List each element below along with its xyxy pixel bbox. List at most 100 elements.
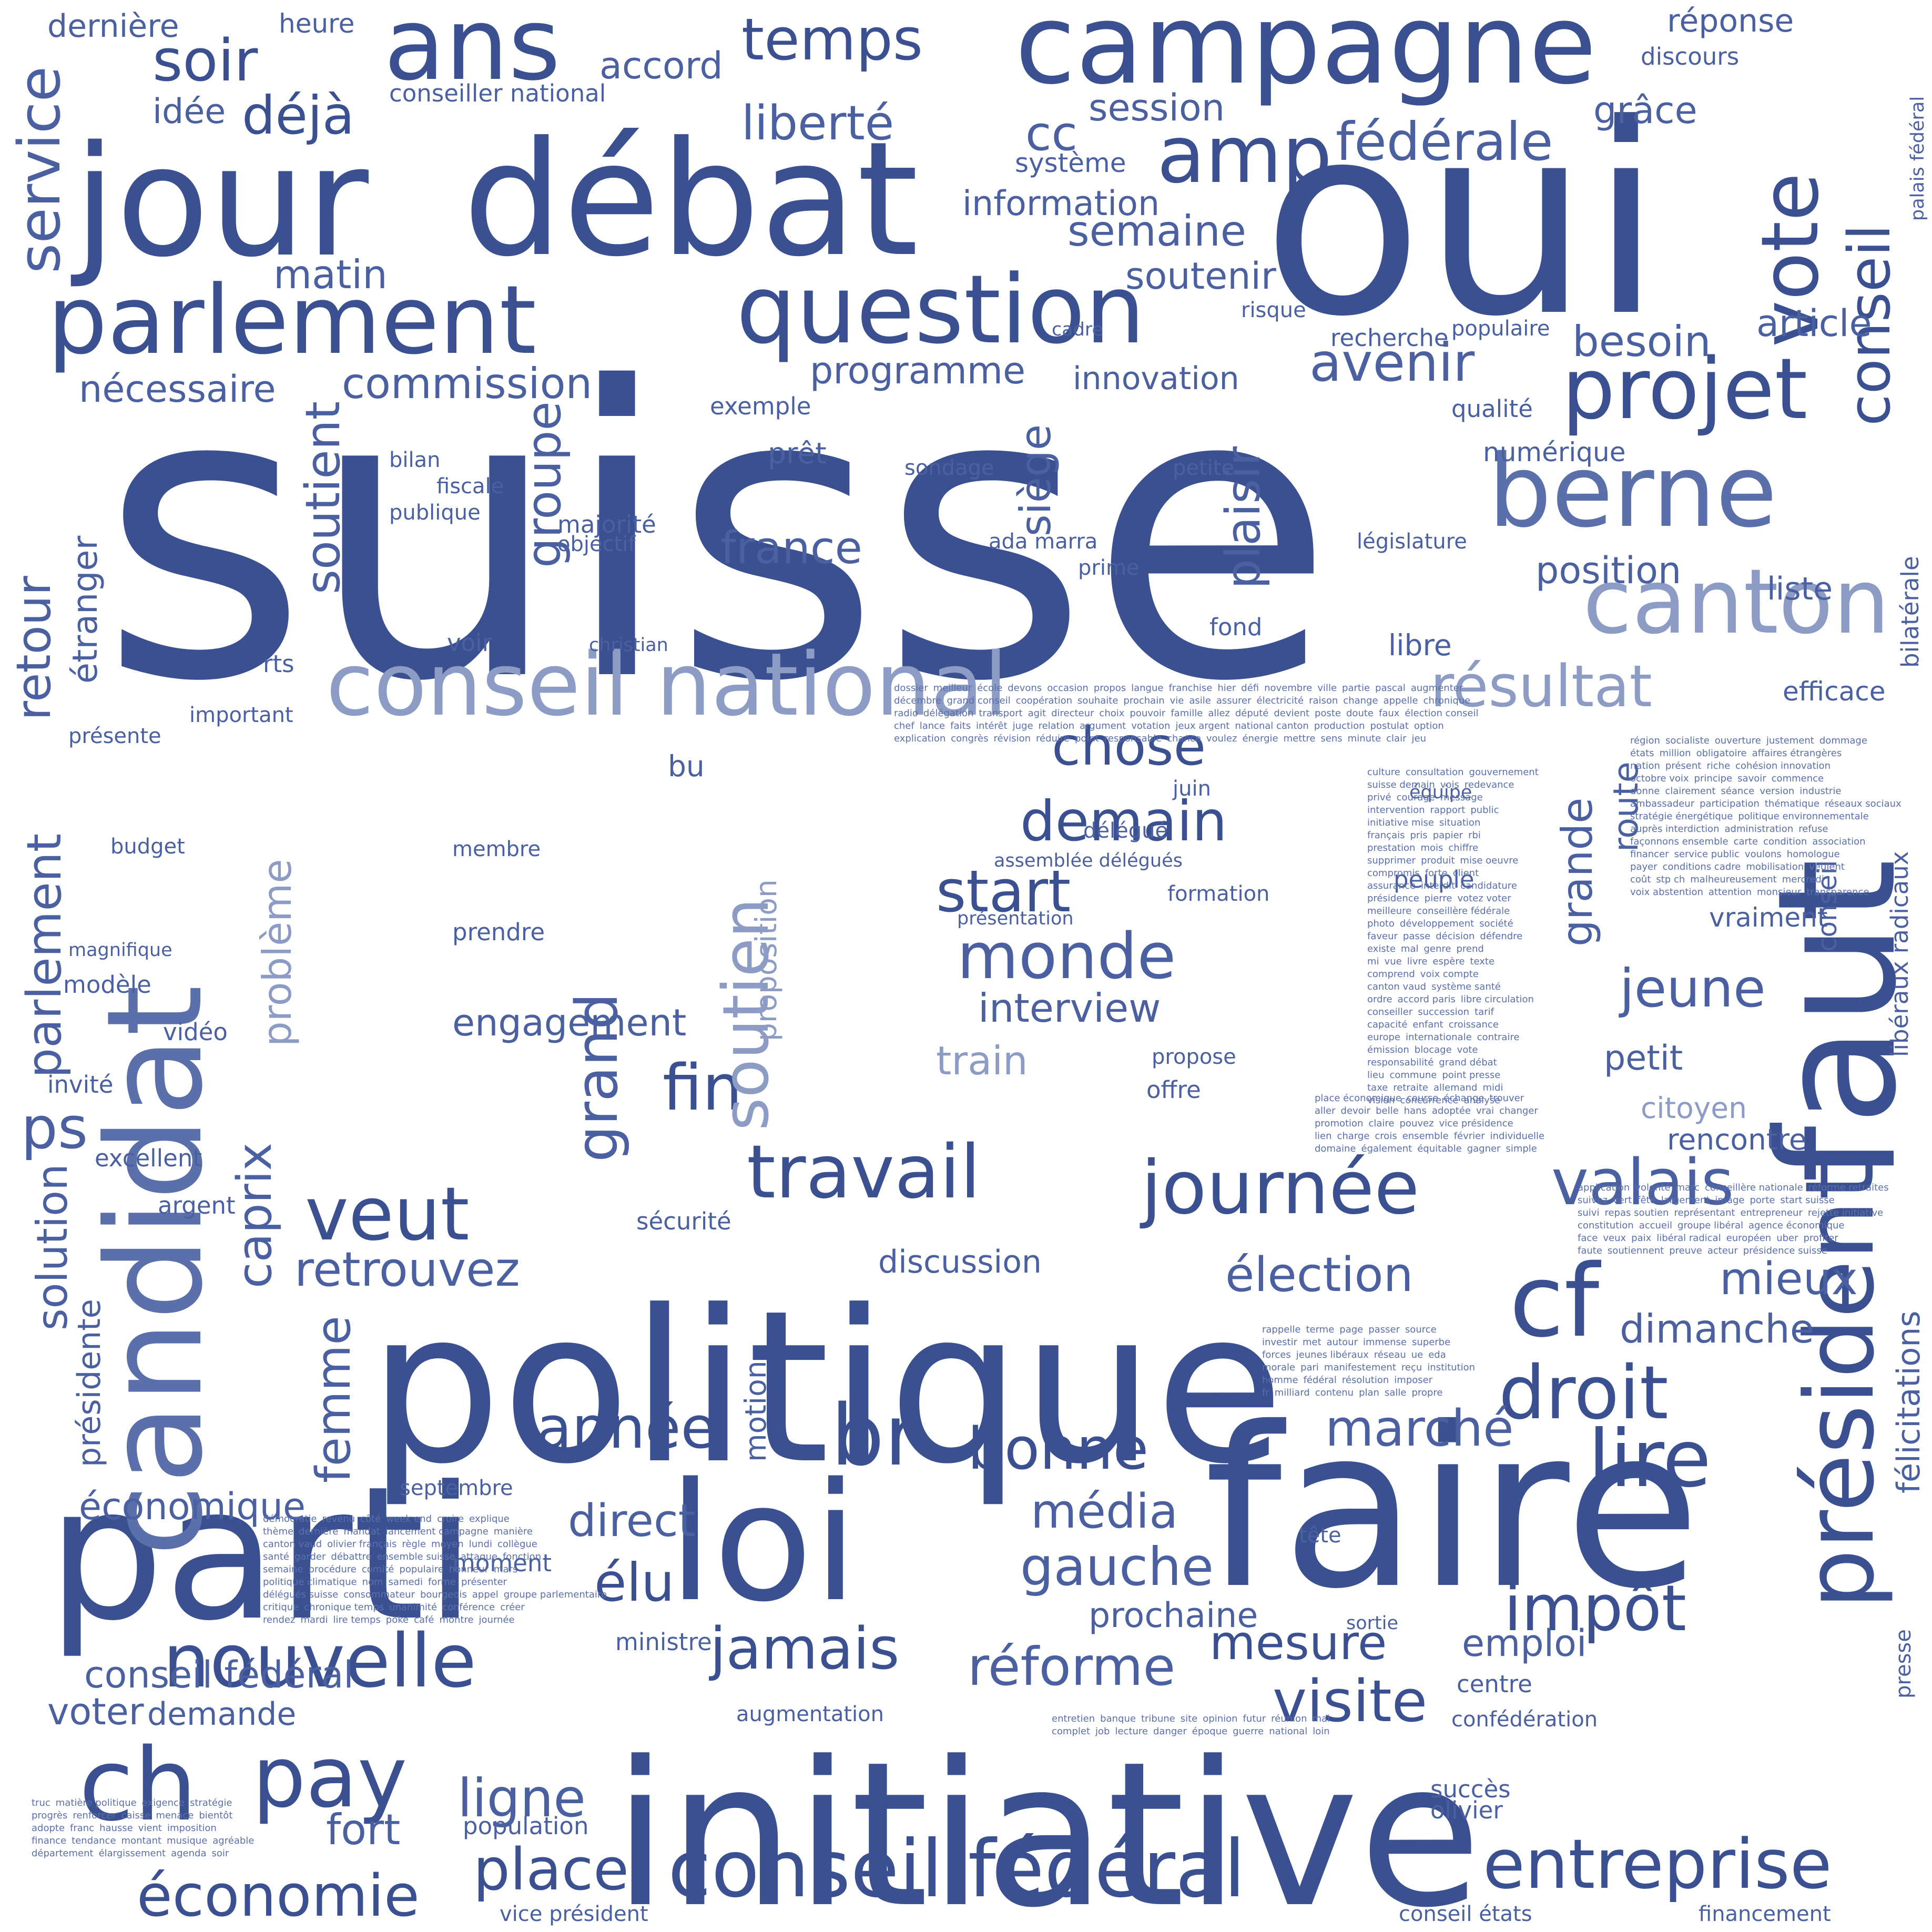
word-comite: comité bbox=[361, 1564, 394, 1575]
word-legislature: législature bbox=[1357, 530, 1467, 554]
word-lance: lance bbox=[919, 720, 945, 731]
word-journee: journée bbox=[1141, 1145, 1420, 1231]
word-succession: succession bbox=[1418, 1006, 1470, 1018]
word-bourgeois: bourgeois bbox=[420, 1589, 467, 1600]
word-aller: aller bbox=[1315, 1105, 1336, 1116]
word-principe: principe bbox=[1694, 773, 1733, 784]
word-danger: danger bbox=[1153, 1726, 1187, 1737]
word-canton-vaud: canton vaud bbox=[1367, 981, 1427, 992]
word-agreable: agréable bbox=[212, 1835, 255, 1846]
word-soutiennent: soutiennent bbox=[1607, 1245, 1664, 1256]
word-septembre: septembre bbox=[400, 1476, 513, 1500]
word-recherche: recherche bbox=[1330, 324, 1449, 352]
word-franchise: franchise bbox=[1168, 683, 1213, 694]
word-simple: simple bbox=[1506, 1143, 1537, 1154]
word-seance: séance bbox=[1721, 786, 1755, 797]
word-doute: doute bbox=[1346, 708, 1374, 719]
word-existe: existe bbox=[1367, 943, 1396, 954]
word-numerique: numérique bbox=[1483, 437, 1626, 467]
word-soir-word: soir bbox=[211, 1848, 229, 1859]
word-initiative-mise: initiative mise bbox=[1367, 817, 1434, 828]
word-accord: accord bbox=[599, 44, 723, 87]
word-partie: partie bbox=[1342, 683, 1370, 694]
word-conseiller: conseiller bbox=[1367, 1006, 1413, 1018]
word-soutenir: soutenir bbox=[1125, 255, 1276, 298]
word-revision: révision bbox=[993, 733, 1031, 744]
word-preuve: preuve bbox=[1669, 1245, 1702, 1256]
word-vrai: vrai bbox=[1476, 1105, 1494, 1116]
word-source: source bbox=[1405, 1324, 1437, 1335]
word-novembre: novembre bbox=[1264, 683, 1313, 694]
word-reponse: réponse bbox=[1667, 3, 1794, 39]
word-ambassadeur: ambassadeur bbox=[1630, 798, 1695, 809]
word-procedure: procédure bbox=[308, 1564, 357, 1575]
word-situation: situation bbox=[1439, 817, 1481, 828]
word-echange: échange bbox=[1443, 1093, 1484, 1104]
word-intervention: intervention bbox=[1367, 805, 1425, 816]
word-progres: progrès bbox=[32, 1810, 68, 1821]
word-transport: transport bbox=[979, 708, 1023, 719]
word-elargissement: élargissement bbox=[98, 1848, 166, 1859]
word-livre: livre bbox=[1407, 956, 1428, 967]
word-presentation: présentation bbox=[957, 908, 1074, 929]
word-programme: programme bbox=[810, 349, 1026, 392]
word-gauche: gauche bbox=[1020, 1536, 1214, 1598]
word-passe: passe bbox=[1402, 931, 1431, 942]
word-propose: propose bbox=[1152, 1045, 1236, 1069]
word-chance: chance bbox=[1167, 733, 1201, 744]
word-tendance: tendance bbox=[72, 1835, 116, 1846]
word-augmentation: augmentation bbox=[736, 1702, 884, 1726]
word-semaine: semaine bbox=[1067, 207, 1246, 256]
word-participation: participation bbox=[1700, 798, 1760, 809]
word-veut: veut bbox=[305, 1172, 470, 1257]
word-midi: midi bbox=[1482, 1082, 1503, 1093]
word-agit: agit bbox=[1028, 708, 1046, 719]
word-forces: forces bbox=[1262, 1349, 1291, 1360]
word-contraire: contraire bbox=[1477, 1032, 1520, 1043]
word-hans: hans bbox=[1404, 1105, 1427, 1116]
word-annee: année bbox=[536, 1394, 717, 1461]
word-representant: représentant bbox=[1674, 1207, 1735, 1218]
word-samedi: samedi bbox=[388, 1577, 423, 1588]
word-siege: siège bbox=[1011, 424, 1060, 536]
word-met: met bbox=[1302, 1337, 1321, 1348]
word-argument: argument bbox=[1080, 720, 1126, 731]
word-interet: intérêt bbox=[975, 720, 1008, 731]
word-conseil-federal-big: conseil fédéral bbox=[668, 1824, 1246, 1915]
word-montre: montre bbox=[439, 1614, 474, 1625]
word-liberte: liberté bbox=[741, 96, 894, 151]
word-strategie: stratégie bbox=[189, 1797, 232, 1808]
word-mai: mai bbox=[1312, 1713, 1330, 1724]
word-demande: demande bbox=[147, 1696, 297, 1733]
word-decembre: décembre bbox=[894, 695, 942, 706]
word-savoir: savoir bbox=[1737, 773, 1766, 784]
word-accord-paris: accord paris bbox=[1397, 994, 1456, 1005]
word-election-conseil: élection conseil bbox=[1405, 708, 1479, 719]
word-grand-conseil: grand conseil bbox=[947, 695, 1011, 706]
word-place: place bbox=[473, 1836, 629, 1903]
word-publique: publique bbox=[389, 501, 481, 525]
word-obligatoire: obligatoire bbox=[1696, 748, 1747, 759]
word-face: face bbox=[1578, 1233, 1598, 1244]
word-video: vidéo bbox=[163, 1018, 228, 1046]
word-dernier: dernière bbox=[299, 1526, 339, 1537]
word-responsable: responsable bbox=[1104, 733, 1162, 744]
word-pris: pris bbox=[1410, 830, 1428, 841]
word-presidence: présidence bbox=[1367, 893, 1419, 904]
word-riche: riche bbox=[1706, 760, 1731, 771]
word-fiscale: fiscale bbox=[436, 474, 504, 499]
word-vient: vient bbox=[138, 1823, 162, 1834]
word-emission: émission bbox=[1367, 1044, 1409, 1055]
word-maniere: manière bbox=[493, 1526, 533, 1537]
word-poke: poke bbox=[385, 1614, 409, 1625]
word-supprimer: supprimer bbox=[1367, 855, 1416, 866]
word-faits: faits bbox=[950, 720, 971, 731]
word-article: article bbox=[1756, 302, 1872, 345]
word-federale: fédérale bbox=[1336, 111, 1553, 172]
word-equitable: équitable bbox=[1417, 1143, 1462, 1154]
word-montant: montant bbox=[121, 1835, 162, 1846]
word-prive: privé bbox=[1367, 792, 1391, 803]
word-start-suisse: start suisse bbox=[1780, 1195, 1835, 1206]
word-faute: faute bbox=[1578, 1245, 1602, 1256]
word-congres: congrès bbox=[951, 733, 989, 744]
